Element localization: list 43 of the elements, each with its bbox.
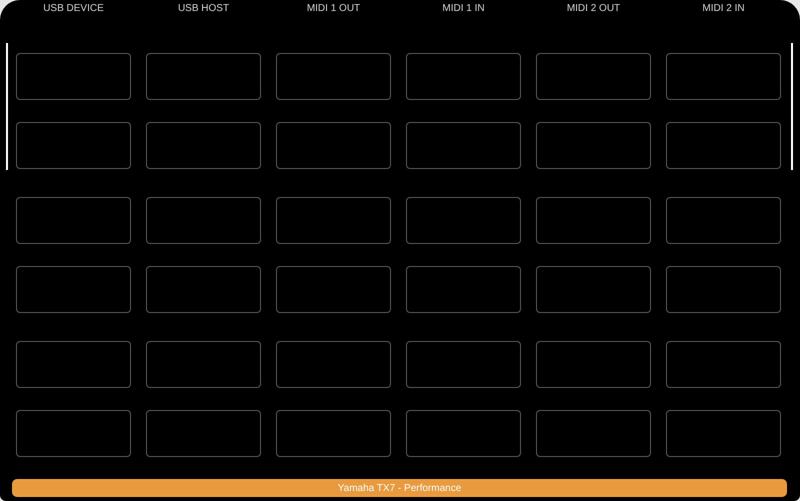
column-header: MIDI 2 IN — [702, 3, 745, 16]
routing-pad[interactable] — [146, 197, 261, 244]
routing-pad[interactable] — [666, 197, 781, 244]
routing-pad[interactable] — [146, 341, 261, 388]
routing-pad[interactable] — [406, 122, 521, 169]
routing-pad[interactable] — [666, 122, 781, 169]
routing-pad[interactable] — [666, 410, 781, 457]
routing-pad[interactable] — [276, 122, 391, 169]
routing-pad[interactable] — [276, 341, 391, 388]
routing-pad[interactable] — [276, 410, 391, 457]
routing-pad[interactable] — [536, 53, 651, 100]
column-header: MIDI 1 IN — [442, 3, 485, 16]
routing-pad[interactable] — [406, 410, 521, 457]
routing-pad[interactable] — [406, 197, 521, 244]
routing-pad[interactable] — [666, 53, 781, 100]
routing-pad[interactable] — [16, 122, 131, 169]
status-bar: Yamaha TX7 - Performance — [12, 479, 787, 497]
routing-pad[interactable] — [146, 410, 261, 457]
routing-pad[interactable] — [16, 341, 131, 388]
routing-pad[interactable] — [276, 197, 391, 244]
routing-pad[interactable] — [666, 266, 781, 313]
routing-pad[interactable] — [276, 53, 391, 100]
column-header: USB HOST — [178, 3, 230, 16]
routing-pad[interactable] — [536, 341, 651, 388]
routing-pad[interactable] — [406, 266, 521, 313]
routing-pad[interactable] — [16, 197, 131, 244]
routing-pad[interactable] — [146, 122, 261, 169]
routing-pad[interactable] — [536, 122, 651, 169]
routing-pad[interactable] — [536, 266, 651, 313]
routing-pad[interactable] — [16, 410, 131, 457]
routing-pad[interactable] — [666, 341, 781, 388]
routing-pad[interactable] — [276, 266, 391, 313]
routing-pad[interactable] — [406, 53, 521, 100]
routing-pad[interactable] — [146, 266, 261, 313]
routing-pad[interactable] — [16, 266, 131, 313]
routing-pad[interactable] — [146, 53, 261, 100]
routing-pad[interactable] — [536, 197, 651, 244]
column-header: MIDI 1 OUT — [306, 3, 360, 16]
column-header: MIDI 2 OUT — [566, 3, 620, 16]
column-header: USB DEVICE — [43, 3, 104, 16]
routing-pad[interactable] — [406, 341, 521, 388]
routing-pad[interactable] — [16, 53, 131, 100]
routing-pad[interactable] — [536, 410, 651, 457]
